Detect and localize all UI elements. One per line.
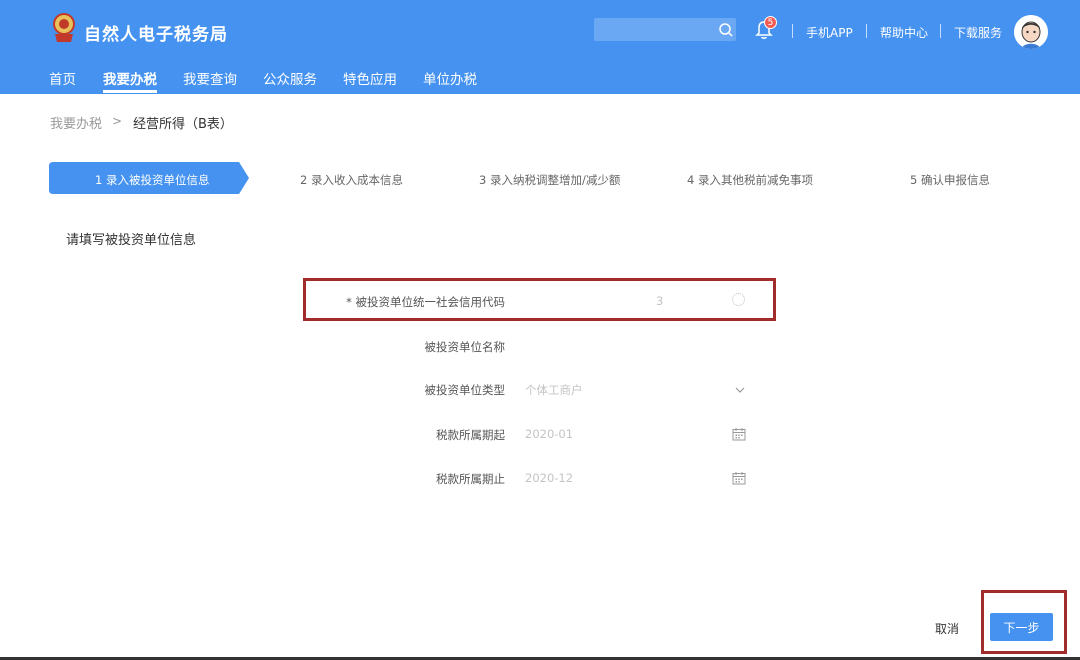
- search-input[interactable]: [594, 18, 736, 41]
- tax-emblem-logo: [53, 13, 75, 42]
- mobile-app-link[interactable]: 手机APP: [806, 24, 853, 41]
- breadcrumb-current: 经营所得（B表）: [133, 117, 233, 132]
- calendar-icon[interactable]: [732, 471, 746, 485]
- nav-public-service[interactable]: 公众服务: [263, 68, 317, 88]
- user-avatar[interactable]: [1014, 15, 1048, 49]
- step-5: 5 确认申报信息: [910, 173, 990, 187]
- unit-type-select[interactable]: 个体工商户: [525, 382, 583, 398]
- breadcrumb-parent[interactable]: 我要办税: [50, 113, 102, 132]
- step-4: 4 录入其他税前减免事项: [687, 173, 813, 187]
- loading-spinner-icon: [732, 293, 745, 306]
- divider: [940, 24, 941, 38]
- credit-code-input[interactable]: 3: [656, 294, 663, 308]
- notification-badge: 5: [764, 16, 777, 29]
- period-end-input[interactable]: 2020-12: [525, 471, 573, 485]
- breadcrumb-separator: >: [112, 114, 123, 128]
- calendar-icon[interactable]: [732, 427, 746, 441]
- divider: [866, 24, 867, 38]
- top-header: 自然人电子税务局 5 手机APP 帮助中心 下载服务 首页 我要办税 我要查询 …: [0, 0, 1080, 94]
- section-title: 请填写被投资单位信息: [66, 233, 197, 248]
- nav-unit-tax[interactable]: 单位办税: [423, 68, 477, 88]
- unit-type-label: 被投资单位类型: [424, 383, 506, 397]
- divider: [792, 24, 793, 38]
- period-start-label: 税款所属期起: [436, 428, 505, 442]
- credit-code-label: * 被投资单位统一社会信用代码: [346, 295, 505, 309]
- step-1: 1 录入被投资单位信息: [95, 173, 210, 187]
- unit-name-label: 被投资单位名称: [424, 340, 506, 354]
- nav-tax-handling[interactable]: 我要办税: [103, 68, 157, 88]
- step-3: 3 录入纳税调整增加/减少额: [479, 173, 621, 187]
- active-nav-indicator: [103, 90, 157, 93]
- period-end-label: 税款所属期止: [436, 472, 505, 486]
- user-avatar-icon: [1014, 15, 1048, 49]
- nav-query[interactable]: 我要查询: [183, 68, 237, 88]
- nav-featured-apps[interactable]: 特色应用: [343, 68, 397, 88]
- unit-name-input[interactable]: [525, 339, 745, 355]
- step-2: 2 录入收入成本信息: [300, 173, 403, 187]
- cancel-button[interactable]: 取消: [935, 620, 959, 637]
- next-step-button[interactable]: 下一步: [990, 613, 1053, 641]
- site-title[interactable]: 自然人电子税务局: [84, 20, 228, 45]
- chevron-down-icon[interactable]: [735, 385, 745, 395]
- download-service-link[interactable]: 下载服务: [954, 24, 1002, 41]
- nav-home[interactable]: 首页: [49, 68, 76, 88]
- period-start-input[interactable]: 2020-01: [525, 427, 573, 441]
- help-center-link[interactable]: 帮助中心: [880, 24, 928, 41]
- search-icon[interactable]: [718, 22, 734, 38]
